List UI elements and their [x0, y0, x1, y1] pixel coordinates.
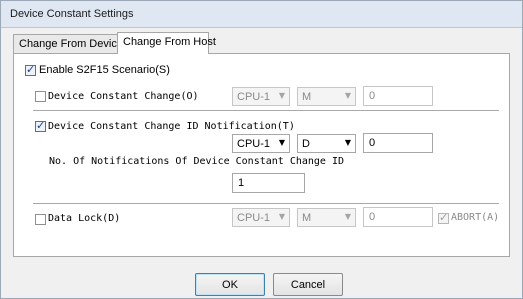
window-title: Device Constant Settings: [10, 8, 134, 20]
id-notification-label: Device Constant Change ID Notification(T…: [48, 121, 295, 132]
data-lock-cpu-select[interactable]: CPU-1 ▼: [232, 208, 290, 227]
id-notification-cpu-select[interactable]: CPU-1 ▼: [232, 134, 290, 153]
notification-count-label: No. Of Notifications Of Device Constant …: [49, 156, 345, 167]
chevron-down-icon: ▼: [278, 138, 285, 147]
enable-scenario-checkbox[interactable]: [25, 63, 36, 76]
separator: [33, 203, 499, 204]
id-notification-device-select[interactable]: D ▼: [297, 134, 356, 153]
abort-label: ABORT(A): [451, 212, 500, 223]
device-constant-change-device-select[interactable]: M ▼: [297, 87, 356, 106]
abort-checkbox[interactable]: [438, 211, 449, 224]
chevron-down-icon: ▼: [344, 138, 351, 147]
ok-button[interactable]: OK: [195, 273, 265, 296]
chevron-down-icon: ▼: [278, 212, 285, 221]
device-constant-settings-dialog: Device Constant Settings Change From Dev…: [0, 0, 523, 299]
device-constant-change-label: Device Constant Change(O): [48, 91, 199, 102]
chevron-down-icon: ▼: [344, 212, 351, 221]
cancel-button[interactable]: Cancel: [273, 273, 343, 296]
device-constant-change-checkbox[interactable]: [35, 91, 46, 102]
data-lock-checkbox[interactable]: [35, 214, 46, 225]
device-constant-change-value-input[interactable]: 0: [363, 86, 433, 106]
separator: [33, 110, 499, 111]
tab-change-from-host[interactable]: Change From Host: [117, 32, 216, 54]
id-notification-checkbox[interactable]: [35, 119, 46, 132]
chevron-down-icon: ▼: [344, 91, 351, 100]
device-constant-change-cpu-select[interactable]: CPU-1 ▼: [232, 87, 290, 106]
data-lock-label: Data Lock(D): [48, 213, 121, 224]
enable-scenario-label: Enable S2F15 Scenario(S): [39, 64, 170, 76]
chevron-down-icon: ▼: [278, 91, 285, 100]
id-notification-value-input[interactable]: 0: [363, 133, 433, 153]
title-bar: Device Constant Settings: [1, 1, 522, 28]
data-lock-value-input[interactable]: 0: [363, 207, 433, 227]
notification-count-input[interactable]: 1: [232, 173, 305, 193]
data-lock-device-select[interactable]: M ▼: [297, 208, 356, 227]
tab-change-from-device[interactable]: Change From Device: [13, 34, 123, 53]
